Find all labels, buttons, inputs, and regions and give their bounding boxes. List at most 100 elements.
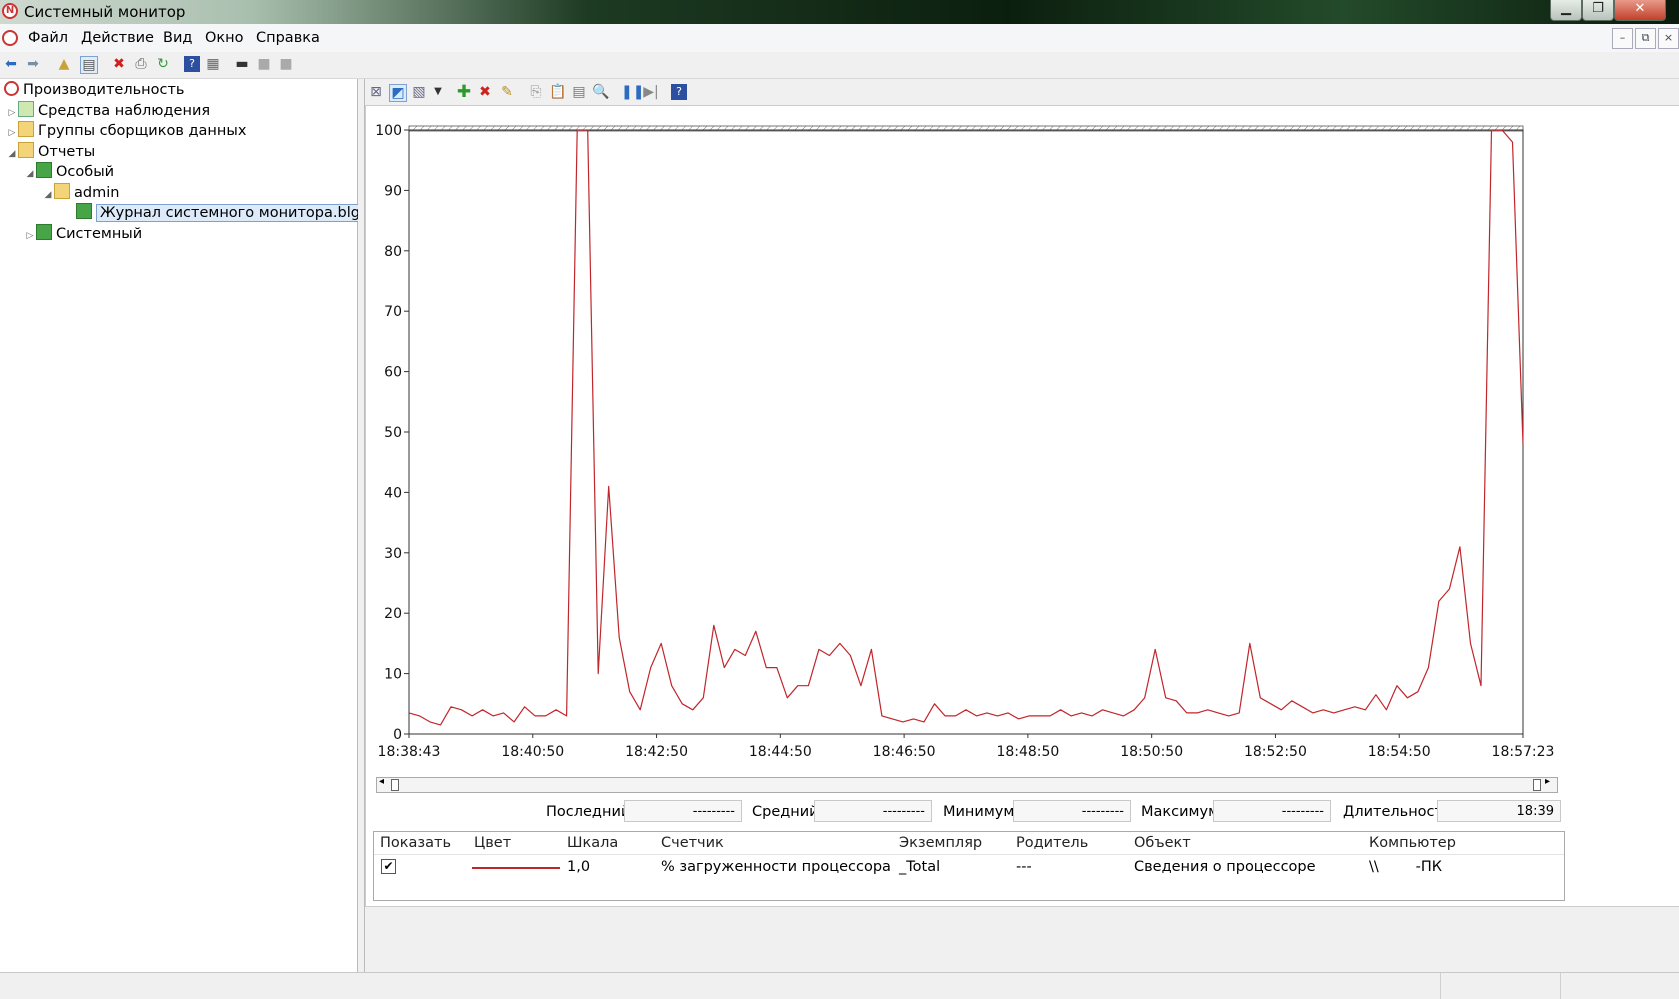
show-hide-tree-icon[interactable]: ▤ <box>80 56 98 74</box>
view-current-activity-icon[interactable]: ⊠ <box>368 84 384 100</box>
monitor-icon[interactable]: ▬ <box>234 56 250 72</box>
y-tick-label: 30 <box>384 546 402 562</box>
maximize-button[interactable]: ❐ <box>1582 0 1614 21</box>
y-tick-label: 80 <box>384 244 402 260</box>
paste-counter-list-icon[interactable]: 📋 <box>549 84 566 100</box>
scroll-right-handle[interactable] <box>1533 779 1541 791</box>
header-object[interactable]: Объект <box>1134 835 1191 851</box>
y-tick-label: 50 <box>384 425 402 441</box>
legend-header: Показать Цвет Шкала Счетчик Экземпляр Ро… <box>374 832 1564 855</box>
update-data-icon[interactable]: ▶| <box>643 84 659 100</box>
graph-type-dropdown-icon[interactable]: ▼ <box>430 84 446 100</box>
expand-icon[interactable]: ▷ <box>6 103 18 123</box>
zoom-icon[interactable]: 🔍 <box>592 84 609 100</box>
y-tick-label: 20 <box>384 606 402 622</box>
header-color[interactable]: Цвет <box>474 835 511 851</box>
counter-scale: 1,0 <box>567 859 591 875</box>
copy-properties-icon[interactable]: ⎘ <box>528 84 544 100</box>
help-icon[interactable]: ? <box>671 84 687 100</box>
statistics-bar: Последний --------- Средний --------- Ми… <box>365 800 1679 826</box>
mdi-minimize-button[interactable]: – <box>1612 28 1633 49</box>
counter-parent: --- <box>1016 859 1032 875</box>
main-toolbar: ⬅ ➡ ▲ ▤ ✖ ⎙ ↻ ? ▦ ▬ ■ ■ <box>0 52 1679 79</box>
back-icon[interactable]: ⬅ <box>3 56 19 72</box>
delete-counter-icon[interactable]: ✖ <box>477 84 493 100</box>
stop-icon[interactable]: ■ <box>278 56 294 72</box>
counter-legend: Показать Цвет Шкала Счетчик Экземпляр Ро… <box>373 831 1565 901</box>
start-icon[interactable]: ■ <box>256 56 272 72</box>
add-counter-icon[interactable]: ✚ <box>456 84 472 101</box>
menu-action[interactable]: Действие <box>81 30 154 46</box>
status-segment <box>1560 973 1679 999</box>
help-icon[interactable]: ? <box>184 56 200 72</box>
header-show[interactable]: Показать <box>380 835 451 851</box>
mdi-system-menu-icon[interactable] <box>2 30 18 46</box>
collapse-icon[interactable]: ◢ <box>6 144 18 164</box>
maximum-value: --------- <box>1213 800 1331 822</box>
tree-item-system[interactable]: ▷ Системный <box>24 224 142 244</box>
minimize-button[interactable]: ▁ <box>1550 0 1582 21</box>
change-graph-type-icon[interactable]: ▧ <box>411 84 427 100</box>
header-computer[interactable]: Компьютер <box>1369 835 1456 851</box>
pane-splitter[interactable] <box>358 79 365 972</box>
header-scale[interactable]: Шкала <box>567 835 618 851</box>
x-tick-label: 18:40:50 <box>501 744 564 760</box>
performance-monitor-pane: ⊠ ◩ ▧ ▼ ✚ ✖ ✎ ⎘ 📋 ▤ 🔍 ❚❚ ▶| ? 0 10 20 30 40 5… <box>365 79 1679 972</box>
highlight-icon[interactable]: ✎ <box>499 84 515 100</box>
forward-icon[interactable]: ➡ <box>25 56 41 72</box>
mdi-close-button[interactable]: × <box>1658 28 1679 49</box>
mdi-restore-button[interactable]: ⧉ <box>1635 28 1656 49</box>
user-defined-icon <box>36 162 52 178</box>
y-tick-label: 100 <box>375 123 402 139</box>
tree-item-admin[interactable]: ◢ admin <box>42 183 119 203</box>
expand-icon[interactable]: ▷ <box>24 226 36 246</box>
cpu-usage-series-line <box>408 129 1524 726</box>
freeze-display-icon[interactable]: ❚❚ <box>621 84 644 100</box>
print-icon[interactable]: ⎙ <box>133 56 149 72</box>
x-tick-label: 18:46:50 <box>873 744 936 760</box>
log-file-icon <box>76 203 92 219</box>
x-tick-label: 18:57:23 <box>1492 744 1555 760</box>
collapse-icon[interactable]: ◢ <box>42 185 54 205</box>
header-parent[interactable]: Родитель <box>1016 835 1088 851</box>
menu-view[interactable]: Вид <box>163 30 192 46</box>
refresh-icon[interactable]: ↻ <box>155 56 171 72</box>
y-tick-label: 90 <box>384 183 402 199</box>
monitor-tools-icon <box>18 101 34 117</box>
counter-color-swatch <box>472 867 560 869</box>
up-folder-icon[interactable]: ▲ <box>56 56 72 72</box>
scroll-left-icon[interactable]: ◂ <box>379 776 384 787</box>
perfmon-app-icon: N <box>2 3 18 19</box>
tree-item-log-file[interactable]: Журнал системного монитора.blg <box>76 203 364 223</box>
folder-icon <box>54 183 70 199</box>
scroll-right-icon[interactable]: ▸ <box>1545 776 1550 787</box>
y-tick-label: 70 <box>384 304 402 320</box>
tree-item-user-defined[interactable]: ◢ Особый <box>24 162 114 182</box>
delete-icon[interactable]: ✖ <box>111 56 127 72</box>
menu-help[interactable]: Справка <box>256 30 320 46</box>
view-log-data-icon[interactable]: ◩ <box>389 84 407 102</box>
properties-icon[interactable]: ▤ <box>571 84 587 100</box>
scroll-left-handle[interactable] <box>391 779 399 791</box>
close-button[interactable]: ✕ <box>1614 0 1666 21</box>
tree-item-reports[interactable]: ◢ Отчеты <box>6 142 95 162</box>
tree-item-monitoring-tools[interactable]: ▷ Средства наблюдения <box>6 101 210 121</box>
menu-window[interactable]: Окно <box>205 30 244 46</box>
minimum-value: --------- <box>1013 800 1131 822</box>
tree-item-data-collector-sets[interactable]: ▷ Группы сборщиков данных <box>6 121 246 141</box>
menu-file[interactable]: Файл <box>28 30 68 46</box>
performance-icon <box>4 81 19 96</box>
collapse-icon[interactable]: ◢ <box>24 164 36 184</box>
properties-icon[interactable]: ▦ <box>205 56 221 72</box>
maximum-label: Максимум <box>1141 804 1220 820</box>
header-instance[interactable]: Экземпляр <box>899 835 982 851</box>
show-checkbox[interactable]: ✔ <box>381 859 396 874</box>
duration-label: Длительность <box>1343 804 1452 820</box>
time-scrollbar[interactable]: ◂ ▸ <box>376 776 1558 793</box>
x-tick-label: 18:48:50 <box>996 744 1059 760</box>
header-counter[interactable]: Счетчик <box>661 835 724 851</box>
tree-item-performance[interactable]: Производительность <box>4 80 184 100</box>
x-tick-label: 18:52:50 <box>1244 744 1307 760</box>
status-segment <box>1440 973 1561 999</box>
expand-icon[interactable]: ▷ <box>6 123 18 143</box>
